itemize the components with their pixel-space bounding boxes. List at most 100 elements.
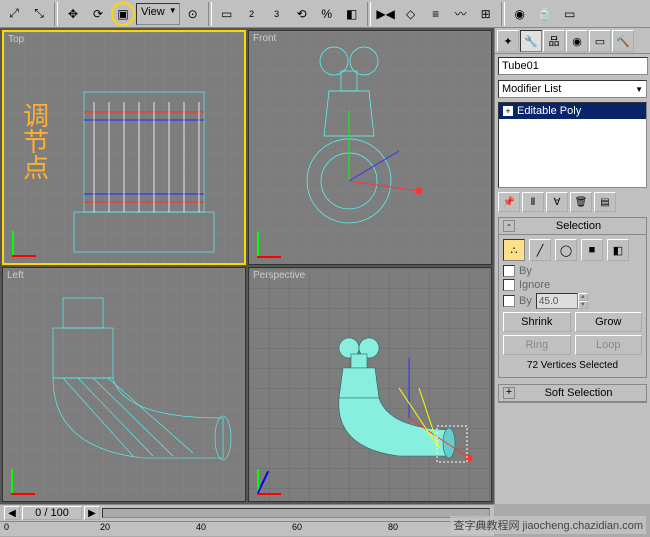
command-panel: ✦ 🔧 品 ◉ ▭ 🔨 Modifier List▼ +Editable Pol…: [494, 28, 650, 504]
viewport-perspective[interactable]: Perspective: [248, 267, 492, 502]
viewport-label: Top: [8, 34, 24, 45]
modifier-item-editable-poly[interactable]: +Editable Poly: [499, 103, 646, 119]
by-angle-row: By ▲▼: [503, 293, 642, 309]
tab-utilities[interactable]: 🔨: [612, 30, 634, 52]
unlink-button[interactable]: ⤡: [27, 2, 51, 26]
schematic-button[interactable]: ⊞: [474, 2, 498, 26]
wireframe-top: [54, 82, 234, 262]
tab-hierarchy[interactable]: 品: [543, 30, 565, 52]
show-end-button[interactable]: Ⅱ: [522, 192, 544, 212]
configure-button[interactable]: ▤: [594, 192, 616, 212]
tick: 80: [388, 522, 398, 532]
subobj-element[interactable]: ◧: [607, 239, 629, 261]
loop-button[interactable]: Loop: [575, 335, 643, 355]
tick: 0: [4, 522, 9, 532]
main-area: Top 调节点 Front: [0, 28, 650, 504]
shaded-perspective: [289, 328, 489, 488]
move-button[interactable]: ✥: [61, 2, 85, 26]
subobj-vertex[interactable]: ∴: [503, 239, 525, 261]
selection-status: 72 Vertices Selected: [503, 358, 642, 373]
subobj-edge[interactable]: ╱: [529, 239, 551, 261]
grow-button[interactable]: Grow: [575, 312, 643, 332]
material-button[interactable]: ◉: [508, 2, 532, 26]
annotation-text: 调节点: [19, 102, 48, 180]
ignore-label: Ignore: [519, 279, 550, 291]
separator: [208, 2, 212, 26]
by-vertex-checkbox[interactable]: [503, 265, 515, 277]
rollout-header-soft-selection[interactable]: Soft Selection: [499, 385, 646, 402]
subobj-border[interactable]: ◯: [555, 239, 577, 261]
panel-tabs: ✦ 🔧 品 ◉ ▭ 🔨: [495, 28, 650, 54]
shrink-button[interactable]: Shrink: [503, 312, 571, 332]
wireframe-left: [3, 288, 243, 498]
object-name-row: [498, 57, 647, 75]
tab-modify[interactable]: 🔧: [520, 30, 542, 52]
modifier-list-dropdown[interactable]: Modifier List▼: [498, 80, 647, 98]
time-ruler[interactable]: 0 20 40 60 80 100: [0, 521, 494, 537]
angle-snap-button[interactable]: ⟲: [290, 2, 314, 26]
wireframe-front: [279, 41, 459, 251]
mirror-button[interactable]: ▶◀: [374, 2, 398, 26]
spinner-snap-button[interactable]: ◧: [340, 2, 364, 26]
watermark-text: 查字典教程网 jiaocheng.chazidian.com: [450, 516, 646, 534]
spin-down[interactable]: ▼: [578, 301, 588, 309]
tick: 60: [292, 522, 302, 532]
slider-prev-button[interactable]: ◀: [4, 506, 20, 520]
rollout-soft-selection: Soft Selection: [498, 384, 647, 403]
render-button[interactable]: ▭: [558, 2, 582, 26]
select-button[interactable]: ▭: [215, 2, 239, 26]
viewport-left[interactable]: Left: [2, 267, 246, 502]
reference-coord-dropdown[interactable]: View▼: [136, 3, 180, 25]
modifier-stack[interactable]: +Editable Poly: [498, 102, 647, 188]
viewport-top[interactable]: Top 调节点: [2, 30, 246, 265]
separator: [501, 2, 505, 26]
time-slider-handle[interactable]: 0 / 100: [22, 506, 82, 520]
ignore-checkbox[interactable]: [503, 279, 515, 291]
ignore-row: Ignore: [503, 279, 642, 291]
slider-track[interactable]: [102, 508, 490, 518]
object-name-input[interactable]: [498, 57, 648, 75]
modifier-list-label: Modifier List: [502, 83, 561, 95]
separator: [367, 2, 371, 26]
spin-up[interactable]: ▲: [578, 293, 588, 301]
remove-mod-button[interactable]: 🗑: [570, 192, 592, 212]
align-button[interactable]: ◇: [399, 2, 423, 26]
link-button[interactable]: ⤢: [2, 2, 26, 26]
ring-button[interactable]: Ring: [503, 335, 571, 355]
time-slider-row: ◀ 0 / 100 ▶: [0, 505, 494, 521]
tab-display[interactable]: ▭: [589, 30, 611, 52]
angle-input[interactable]: [536, 293, 578, 309]
render-scene-button[interactable]: 🍵: [533, 2, 557, 26]
tab-motion[interactable]: ◉: [566, 30, 588, 52]
tab-create[interactable]: ✦: [497, 30, 519, 52]
separator: [54, 2, 58, 26]
pin-stack-button[interactable]: 📌: [498, 192, 520, 212]
by-angle-checkbox[interactable]: [503, 295, 515, 307]
viewport-label: Left: [7, 270, 24, 281]
by-label: By: [519, 265, 532, 277]
viewport-front[interactable]: Front: [248, 30, 492, 265]
tick: 20: [100, 522, 110, 532]
scale-button[interactable]: ▣: [111, 2, 135, 26]
snap-2d-button[interactable]: 2: [240, 2, 264, 26]
subobj-polygon[interactable]: ■: [581, 239, 603, 261]
viewport-label: Front: [253, 33, 276, 44]
rollout-header-selection[interactable]: Selection: [499, 218, 646, 235]
curve-editor-button[interactable]: 〰: [449, 2, 473, 26]
slider-next-button[interactable]: ▶: [84, 506, 100, 520]
viewport-container: Top 调节点 Front: [0, 28, 494, 504]
layer-button[interactable]: ≡: [424, 2, 448, 26]
modifier-label: Editable Poly: [517, 105, 581, 117]
angle-spinner[interactable]: ▲▼: [536, 293, 588, 309]
unique-button[interactable]: ∀: [546, 192, 568, 212]
timeline: ◀ 0 / 100 ▶ 0 20 40 60 80 100: [0, 504, 494, 536]
by2-label: By: [519, 295, 532, 307]
subobject-row: ∴ ╱ ◯ ■ ◧: [503, 239, 642, 261]
center-button[interactable]: ⊙: [181, 2, 205, 26]
tick: 40: [196, 522, 206, 532]
percent-snap-button[interactable]: %: [315, 2, 339, 26]
coord-label: View: [141, 6, 165, 18]
stack-buttons: 📌 Ⅱ ∀ 🗑 ▤: [498, 192, 647, 212]
rotate-button[interactable]: ⟳: [86, 2, 110, 26]
snap-3d-button[interactable]: 3: [265, 2, 289, 26]
